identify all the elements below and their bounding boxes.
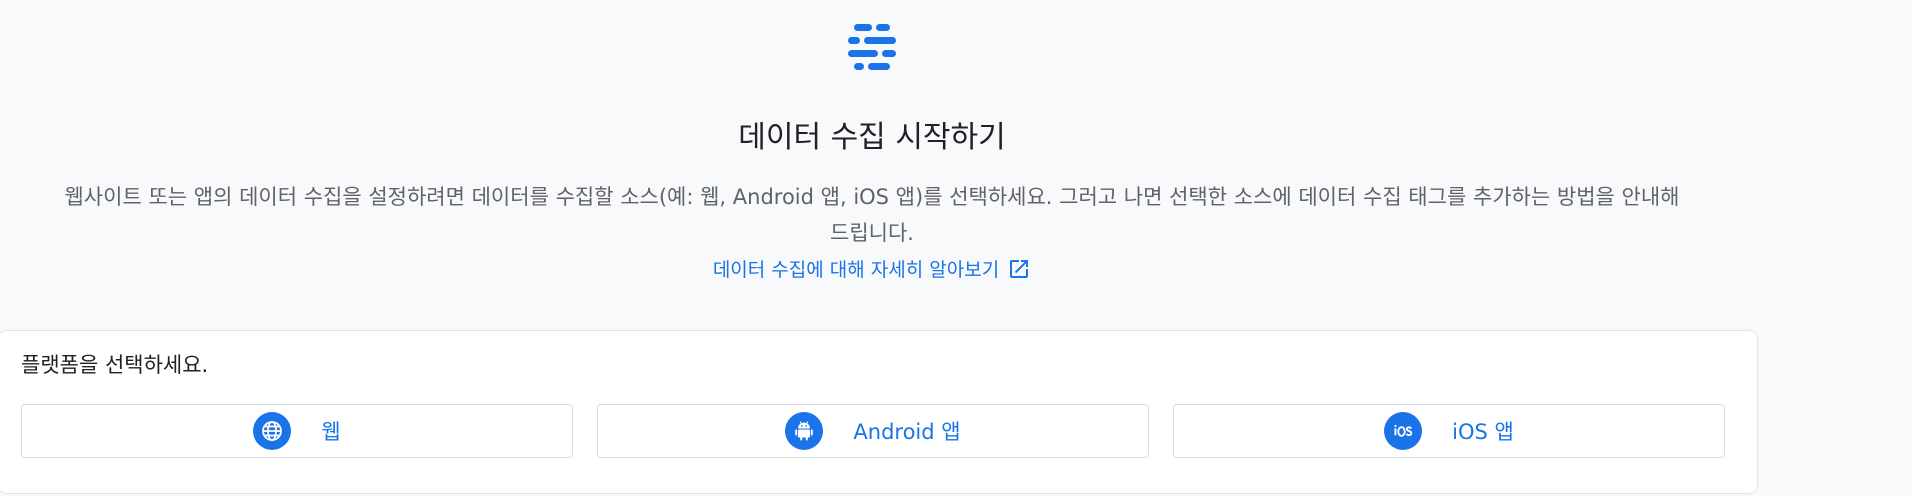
platform-card: 플랫폼을 선택하세요. 웹 Android 앱 iOS 앱 <box>0 330 1758 494</box>
learn-more-label: 데이터 수집에 대해 자세히 알아보기 <box>712 259 1000 281</box>
android-icon <box>785 412 824 450</box>
android-platform-label: Android 앱 <box>853 420 961 444</box>
ios-platform-button[interactable]: iOS 앱 <box>1173 404 1725 458</box>
data-collection-page: 데이터 수집 시작하기 웹사이트 또는 앱의 데이터 수집을 설정하려면 데이터… <box>0 0 1912 496</box>
ios-platform-label: iOS 앱 <box>1452 420 1514 444</box>
web-platform-button[interactable]: 웹 <box>21 404 573 458</box>
web-platform-label: 웹 <box>321 420 341 444</box>
learn-more-link[interactable]: 데이터 수집에 대해 자세히 알아보기 <box>0 254 1744 286</box>
page-title: 데이터 수집 시작하기 <box>738 120 1006 156</box>
platform-card-title: 플랫폼을 선택하세요. <box>21 353 209 377</box>
page-description: 웹사이트 또는 앱의 데이터 수집을 설정하려면 데이터를 수집할 소스(예: … <box>64 185 1680 245</box>
data-stream-icon <box>848 24 896 70</box>
android-platform-button[interactable]: Android 앱 <box>597 404 1149 458</box>
open-in-new-icon <box>1010 259 1029 278</box>
globe-icon <box>253 412 292 450</box>
ios-icon <box>1384 412 1423 450</box>
